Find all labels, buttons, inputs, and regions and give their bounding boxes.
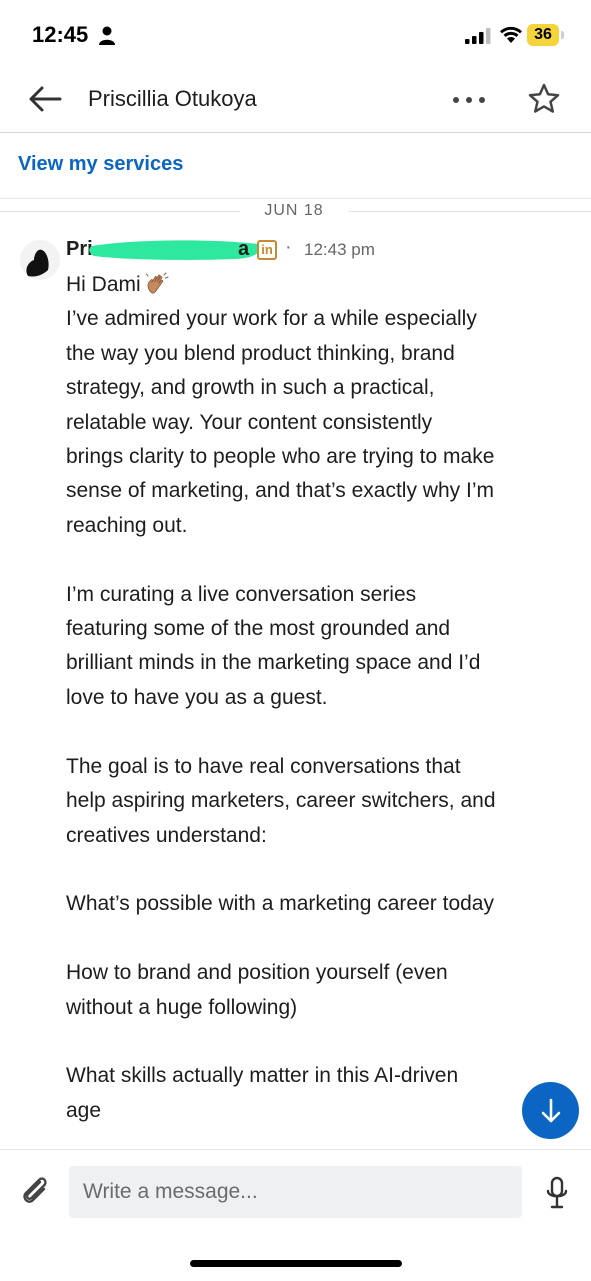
greeting-text: Hi Dami	[66, 273, 141, 296]
conversation-title[interactable]: Priscillia Otukoya	[88, 86, 257, 112]
sender-name-end: a	[238, 238, 250, 260]
status-time: 12:45	[32, 22, 89, 47]
message-line: I’m curating a live conversation series	[66, 582, 417, 606]
message-body: Hi Dami I’ve admired your work for a whi…	[66, 268, 566, 1148]
message-line	[66, 543, 566, 577]
message-line: What’s possible with a marketing career …	[66, 892, 494, 916]
message-sender-row: Pri a in · 12:43 pm	[66, 236, 426, 264]
home-indicator	[190, 1260, 402, 1267]
date-divider-line	[0, 211, 240, 212]
date-divider-line	[348, 211, 591, 212]
view-my-services-link[interactable]: View my services	[18, 153, 183, 176]
divider	[0, 198, 591, 199]
message-line: relatable way. Your content consistently	[66, 410, 433, 434]
sender-avatar[interactable]	[20, 240, 60, 280]
message-line: sense of marketing, and that’s exactly w…	[66, 479, 494, 503]
message-line: strategy, and growth in such a practical…	[66, 376, 435, 400]
date-divider-label: JUN 18	[264, 202, 324, 219]
message-time: 12:43 pm	[304, 240, 375, 259]
message-composer	[0, 1149, 591, 1281]
waving-hand-icon	[145, 272, 169, 294]
separator-dot: ·	[285, 236, 292, 258]
more-options-icon[interactable]	[452, 96, 486, 104]
back-arrow-icon[interactable]	[26, 84, 64, 114]
message-line: How to brand and position yourself (even	[66, 961, 448, 985]
message-line: I’ve admired your work for a while espec…	[66, 307, 477, 331]
message-line: What skills actually matter in this AI-d…	[66, 1064, 459, 1088]
message-line: brings clarity to people who are trying …	[66, 445, 495, 469]
message-line: brilliant minds in the marketing space a…	[66, 651, 481, 675]
message-line	[66, 853, 566, 887]
conversation-header: Priscillia Otukoya	[0, 72, 591, 133]
message-line: creatives understand:	[66, 823, 267, 847]
battery-level: 36	[527, 24, 559, 46]
scroll-to-bottom-button[interactable]	[522, 1082, 579, 1139]
message-line: age	[66, 1098, 102, 1122]
message-line: The goal is to have real conversations t…	[66, 754, 461, 778]
battery-icon: 36	[527, 24, 565, 46]
message-input[interactable]	[69, 1166, 522, 1218]
message-line: reaching out.	[66, 513, 188, 537]
microphone-icon[interactable]	[545, 1176, 569, 1210]
message-line	[66, 922, 566, 956]
message-line: featuring some of the most grounded and	[66, 617, 451, 641]
message-line	[66, 715, 566, 749]
message-line	[66, 1025, 566, 1059]
message-line: the way you blend product thinking, bran…	[66, 341, 455, 365]
linkedin-badge-icon: in	[257, 240, 277, 260]
star-icon[interactable]	[527, 82, 561, 116]
person-icon	[99, 26, 115, 45]
paperclip-icon[interactable]	[18, 1174, 52, 1208]
arrow-down-icon	[541, 1098, 561, 1123]
signal-icon	[465, 28, 491, 44]
status-bar: 12:45 36	[0, 0, 591, 72]
wifi-icon	[500, 26, 522, 43]
message-line: without a huge following)	[66, 995, 298, 1019]
message-line: love to have you as a guest.	[66, 685, 328, 709]
message-line: help aspiring marketers, career switcher…	[66, 789, 496, 813]
message-greeting: Hi Dami	[66, 268, 566, 302]
